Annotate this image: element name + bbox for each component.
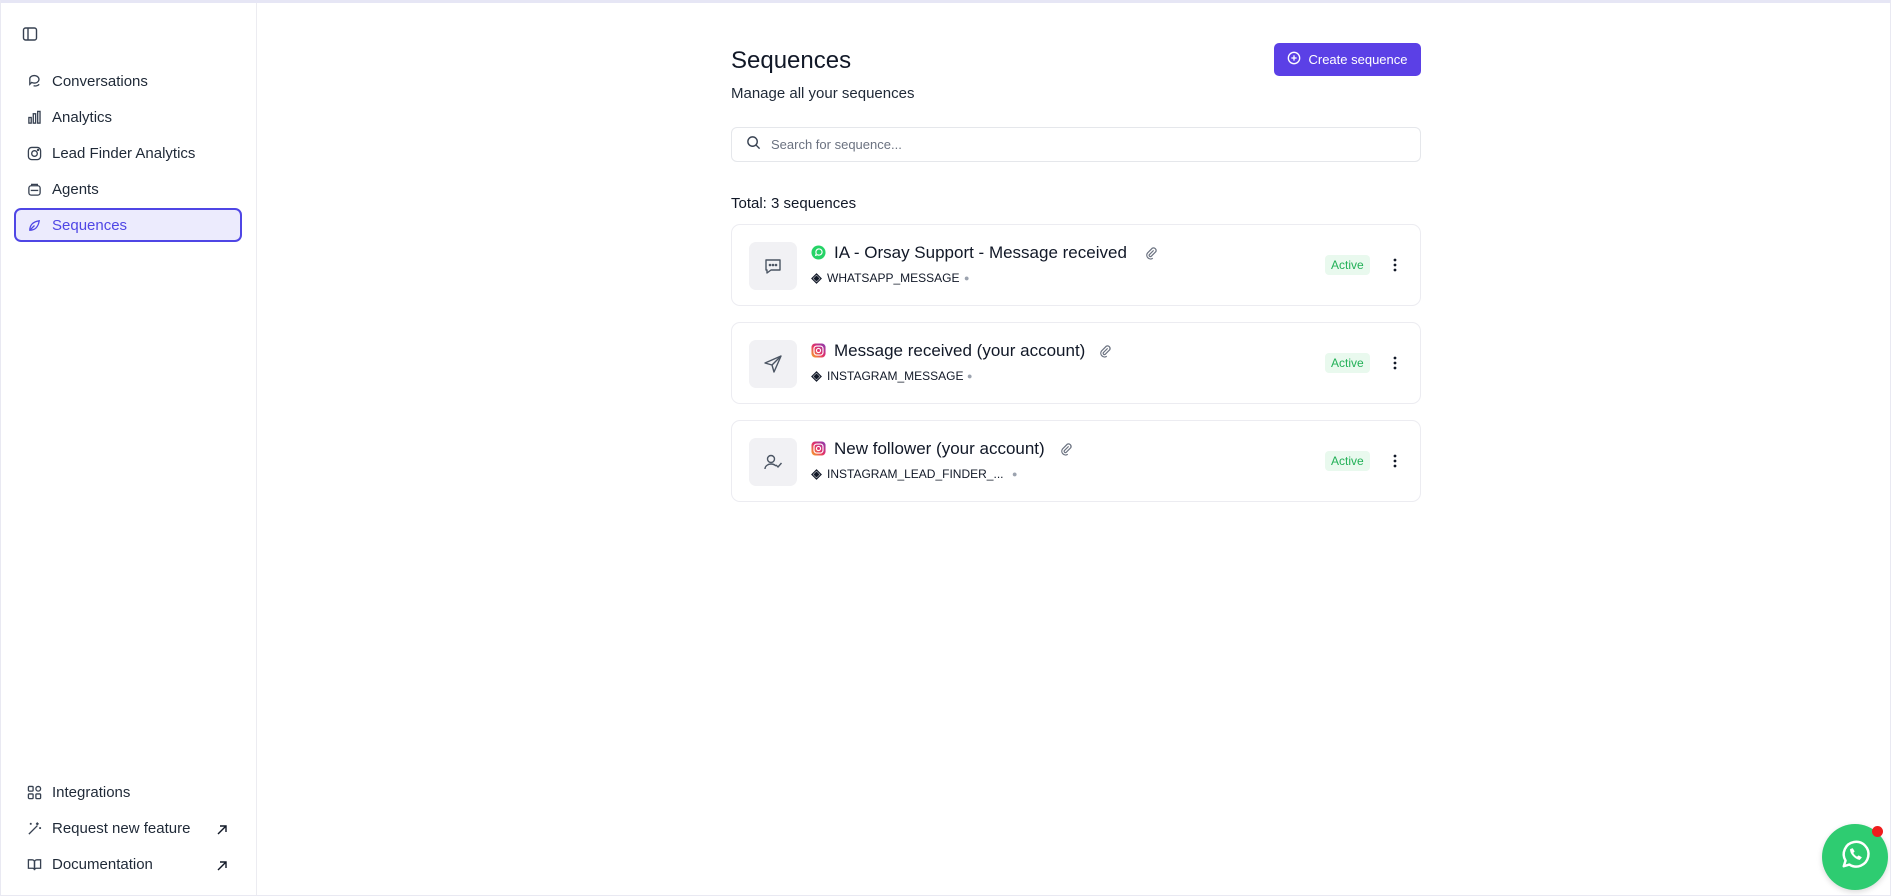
sidebar-item-integrations[interactable]: Integrations (14, 775, 242, 809)
paperclip-icon (1144, 246, 1158, 260)
sequence-name: New follower (your account) (834, 439, 1045, 458)
status-badge: Active (1325, 255, 1370, 275)
page-subtitle: Manage all your sequences (731, 85, 915, 102)
sequence-type: INSTAGRAM_LEAD_FINDER_... (811, 467, 1003, 481)
sequence-type-label: WHATSAPP_MESSAGE (827, 271, 960, 285)
sidebar-bottom-nav: Integrations Request new feature Documen… (14, 775, 242, 883)
external-link-icon (216, 823, 228, 835)
sequence-type: WHATSAPP_MESSAGE (811, 271, 959, 285)
search-icon (746, 135, 761, 155)
separator-dot: ● (967, 371, 973, 381)
sidebar-item-documentation[interactable]: Documentation (14, 847, 242, 881)
sequence-name: Message received (your account) (834, 341, 1086, 360)
chat-icon (749, 242, 797, 290)
whatsapp-icon (811, 245, 826, 260)
sidebar-item-label: Documentation (52, 855, 153, 873)
sidebar-nav: Conversations Analytics Lead Finder Anal… (14, 64, 242, 244)
diamond-icon (811, 468, 822, 480)
more-options-icon[interactable] (1386, 354, 1404, 372)
search-bar (731, 127, 1421, 162)
external-link-icon (216, 859, 228, 871)
sequence-card[interactable]: Message received (your account) INSTAGRA… (731, 322, 1421, 404)
sidebar-item-sequences[interactable]: Sequences (14, 208, 242, 242)
sidebar-item-lead-finder-analytics[interactable]: Lead Finder Analytics (14, 136, 242, 170)
sequence-name: IA - Orsay Support - Message received (834, 243, 1127, 262)
send-icon (749, 340, 797, 388)
separator-dot: ● (1012, 469, 1018, 479)
whatsapp-icon (1837, 837, 1873, 878)
sequence-card[interactable]: New follower (your account) INSTAGRAM_LE… (731, 420, 1421, 502)
paperclip-icon (1098, 344, 1112, 358)
sequence-icon (26, 217, 42, 233)
sequence-card[interactable]: IA - Orsay Support - Message received WH… (731, 224, 1421, 306)
diamond-icon (811, 272, 822, 284)
search-input[interactable] (771, 137, 1411, 152)
diamond-icon (811, 370, 822, 382)
sidebar-item-label: Lead Finder Analytics (52, 144, 196, 162)
sidebar-item-analytics[interactable]: Analytics (14, 100, 242, 134)
sidebar-item-label: Sequences (52, 216, 128, 234)
book-icon (26, 856, 42, 872)
agent-icon (26, 181, 42, 197)
status-badge: Active (1325, 451, 1370, 471)
sequence-type-label: INSTAGRAM_LEAD_FINDER_... (827, 467, 1004, 481)
instagram-icon (811, 343, 826, 358)
more-options-icon[interactable] (1386, 256, 1404, 274)
sequence-type: INSTAGRAM_MESSAGE (811, 369, 963, 383)
sequence-type-label: INSTAGRAM_MESSAGE (827, 369, 964, 383)
grid-icon (26, 784, 42, 800)
sidebar-item-label: Request new feature (52, 819, 191, 837)
instagram-icon (811, 441, 826, 456)
page-title: Sequences (731, 47, 852, 74)
sidebar-item-label: Conversations (52, 72, 148, 90)
create-sequence-button[interactable]: Create sequence (1274, 43, 1421, 76)
app-window: Conversations Analytics Lead Finder Anal… (0, 0, 1891, 896)
sidebar-item-conversations[interactable]: Conversations (14, 64, 242, 98)
bar-chart-icon (26, 109, 42, 125)
paperclip-icon (1059, 442, 1073, 456)
sequence-count: Total: 3 sequences (731, 195, 857, 212)
chat-bubble-icon (26, 73, 42, 89)
sidebar-item-agents[interactable]: Agents (14, 172, 242, 206)
sidebar-item-label: Analytics (52, 108, 113, 126)
instagram-icon (26, 145, 42, 161)
create-sequence-label: Create sequence (1308, 52, 1408, 67)
wand-icon (26, 820, 42, 836)
notification-dot (1872, 826, 1883, 837)
separator-dot: ● (964, 273, 970, 283)
sidebar-item-label: Integrations (52, 783, 131, 801)
status-badge: Active (1325, 353, 1370, 373)
user-check-icon (749, 438, 797, 486)
sidebar-item-request-feature[interactable]: Request new feature (14, 811, 242, 845)
sidebar-item-label: Agents (52, 180, 99, 198)
sidebar: Conversations Analytics Lead Finder Anal… (1, 3, 257, 895)
sidebar-toggle-icon[interactable] (21, 25, 39, 43)
plus-circle-icon (1287, 51, 1301, 68)
more-options-icon[interactable] (1386, 452, 1404, 470)
